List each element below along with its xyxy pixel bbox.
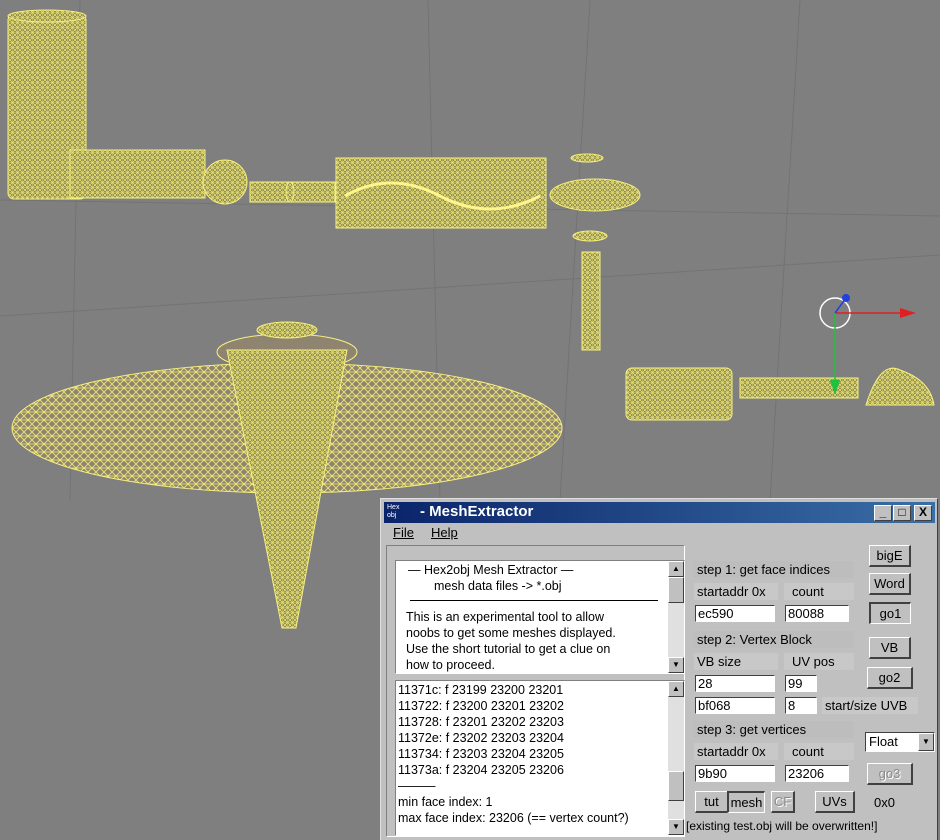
word-button[interactable]: Word (869, 573, 911, 595)
mesh-extractor-window: Hex obj - MeshExtractor _ □ X File Help … (380, 498, 938, 840)
bige-button[interactable]: bigE (869, 545, 911, 567)
step1-count-label: count (784, 583, 854, 600)
info-text-line: Use the short tutorial to get a clue on (406, 642, 611, 656)
app-icon-text-bottom: obj (387, 512, 397, 519)
log-line: 113734: f 23203 23204 23205 (398, 747, 564, 761)
format-select-value: Float (869, 734, 898, 749)
format-select[interactable]: Float ▼ (865, 732, 935, 752)
menu-file[interactable]: File (393, 525, 414, 540)
log-line: 11371c: f 23199 23200 23201 (398, 683, 564, 697)
step3-count-label: count (784, 743, 854, 760)
step2-vbsize-label: VB size (694, 653, 778, 670)
log-scrollbar[interactable]: ▲ ▼ (668, 681, 684, 835)
window-title: - MeshExtractor (420, 503, 534, 520)
info-scrollbar[interactable]: ▲ ▼ (668, 561, 684, 673)
step3-startaddr-input[interactable]: 9b90 (695, 765, 775, 782)
go1-button[interactable]: go1 (869, 602, 911, 624)
title-bar[interactable]: Hex obj - MeshExtractor _ □ X (384, 502, 935, 523)
step3-label: step 3: get vertices (694, 721, 854, 738)
log-line: 11372e: f 23202 23203 23204 (398, 731, 564, 745)
log-line: 11373a: f 23204 23205 23206 (398, 763, 564, 777)
status-text: [existing test.obj will be overwritten!] (686, 819, 878, 833)
mesh-button[interactable]: mesh (727, 791, 765, 813)
step2-label: step 2: Vertex Block (694, 631, 854, 648)
go3-button[interactable]: go3 (867, 763, 913, 785)
app-icon: Hex obj (387, 504, 413, 521)
scroll-thumb[interactable] (668, 771, 684, 801)
log-separator: ——— (398, 779, 436, 793)
step2-uvb-start-input[interactable]: bf068 (695, 697, 775, 714)
maximize-button[interactable]: □ (893, 505, 911, 521)
info-textbox[interactable]: — Hex2obj Mesh Extractor — mesh data fil… (395, 560, 685, 674)
scroll-up-icon[interactable]: ▲ (668, 561, 684, 577)
tut-button[interactable]: tut (695, 791, 729, 813)
step2-uvb-label: start/size UVB (822, 697, 918, 714)
step2-uvb-size-input[interactable]: 8 (785, 697, 817, 714)
log-line: 113722: f 23200 23201 23202 (398, 699, 564, 713)
cf-button[interactable]: CF (771, 791, 795, 813)
step2-uvpos-label: UV pos (784, 653, 854, 670)
mesh-body (69, 149, 206, 199)
menu-bar: File Help (384, 524, 935, 542)
go2-button[interactable]: go2 (867, 667, 913, 689)
close-button[interactable]: X (914, 505, 932, 521)
log-min-index: min face index: 1 (398, 795, 493, 809)
mesh-pipe (581, 251, 601, 351)
step3-count-input[interactable]: 23206 (785, 765, 849, 782)
info-divider (410, 600, 658, 601)
minimize-button[interactable]: _ (874, 505, 892, 521)
info-subheading: mesh data files -> *.obj (434, 579, 562, 593)
vb-button[interactable]: VB (869, 637, 911, 659)
hex-readout: 0x0 (874, 795, 895, 810)
output-panel: — Hex2obj Mesh Extractor — mesh data fil… (386, 545, 685, 837)
info-text-line: This is an experimental tool to allow (406, 610, 605, 624)
scroll-down-icon[interactable]: ▼ (668, 819, 684, 835)
step1-label: step 1: get face indices (694, 561, 854, 578)
scroll-down-icon[interactable]: ▼ (668, 657, 684, 673)
chevron-down-icon[interactable]: ▼ (918, 733, 934, 751)
log-line: 113728: f 23201 23202 23203 (398, 715, 564, 729)
app-icon-text-top: Hex (387, 504, 400, 511)
log-max-index: max face index: 23206 (== vertex count?) (398, 811, 629, 825)
info-heading: — Hex2obj Mesh Extractor — (408, 563, 574, 577)
info-text-line: how to proceed. (406, 658, 495, 672)
menu-help[interactable]: Help (431, 525, 458, 540)
uvs-button[interactable]: UVs (815, 791, 855, 813)
scroll-up-icon[interactable]: ▲ (668, 681, 684, 697)
step1-startaddr-input[interactable]: ec590 (695, 605, 775, 622)
info-text-line: noobs to get some meshes displayed. (406, 626, 616, 640)
step1-count-input[interactable]: 80088 (785, 605, 849, 622)
step2-vbsize-input[interactable]: 28 (695, 675, 775, 692)
step2-uvpos-input[interactable]: 99 (785, 675, 817, 692)
step1-startaddr-label: startaddr 0x (694, 583, 778, 600)
mesh-box (335, 157, 547, 229)
log-textbox[interactable]: 11371c: f 23199 23200 23201 113722: f 23… (395, 680, 685, 836)
step3-startaddr-label: startaddr 0x (694, 743, 778, 760)
scroll-thumb[interactable] (668, 577, 684, 603)
